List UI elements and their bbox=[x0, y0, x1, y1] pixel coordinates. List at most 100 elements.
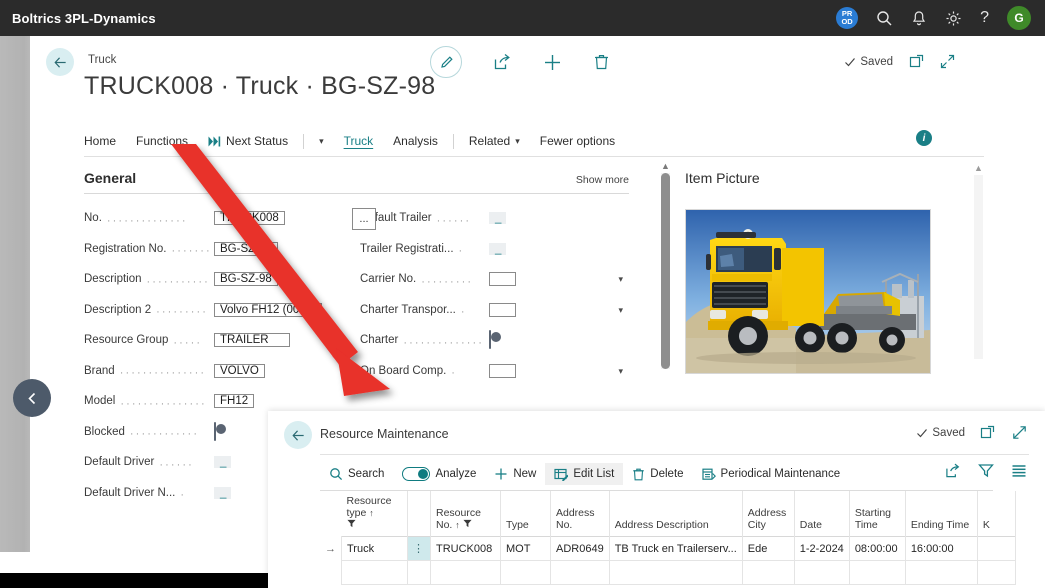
share-icon[interactable] bbox=[945, 463, 961, 478]
ribbon-item-home[interactable]: Home bbox=[84, 134, 126, 148]
ribbon-item-functions[interactable]: Functions bbox=[126, 134, 198, 148]
no-input[interactable]: TRUCK008 bbox=[214, 211, 285, 226]
open-new-window-icon[interactable] bbox=[980, 425, 995, 440]
ribbon-item-truck[interactable]: Truck bbox=[334, 134, 384, 148]
scrollbar-thumb[interactable] bbox=[661, 173, 670, 369]
table-row[interactable] bbox=[320, 560, 1016, 585]
scrollbar-track[interactable] bbox=[661, 173, 670, 369]
back-button[interactable] bbox=[46, 48, 74, 76]
list-icon[interactable] bbox=[1011, 463, 1027, 478]
collapse-icon[interactable] bbox=[940, 54, 955, 69]
cell-address-no[interactable] bbox=[550, 560, 610, 585]
cell-resource-type[interactable] bbox=[341, 560, 408, 585]
model-input[interactable]: FH12 bbox=[214, 394, 255, 409]
analyze-toggle[interactable] bbox=[402, 467, 431, 481]
row-menu-button[interactable]: ⋮ bbox=[407, 536, 431, 561]
resource-group-input[interactable]: TRAILER bbox=[214, 333, 290, 348]
assist-edit-button[interactable]: ... bbox=[352, 208, 376, 231]
show-more-link[interactable]: Show more bbox=[576, 174, 629, 186]
default-trailer-value[interactable]: _ bbox=[489, 212, 507, 225]
filter-icon[interactable] bbox=[978, 463, 994, 478]
cell-address-description[interactable]: TB Truck en Trailerserv... bbox=[608, 536, 743, 561]
subpage-back-button[interactable] bbox=[284, 421, 312, 449]
scrollbar-track[interactable] bbox=[974, 175, 983, 359]
analyze-toggle-button[interactable]: Analyze bbox=[393, 463, 485, 485]
grid-header-address-no[interactable]: Address No. bbox=[550, 491, 610, 537]
share-button[interactable] bbox=[493, 53, 512, 71]
edit-button[interactable] bbox=[430, 46, 462, 78]
grid-header-address-description[interactable]: Address Description bbox=[609, 491, 743, 537]
cell-starting-time[interactable] bbox=[848, 560, 906, 585]
item-picture-image[interactable] bbox=[685, 209, 931, 374]
table-row[interactable]: → Truck ⋮ TRUCK008 MOT ADR0649 TB Truck … bbox=[320, 536, 1016, 561]
delete-button[interactable]: Delete bbox=[623, 463, 692, 485]
ribbon-item-related[interactable]: Related ▾ bbox=[459, 134, 530, 148]
new-button[interactable]: New bbox=[485, 463, 545, 485]
cell-type[interactable]: MOT bbox=[500, 536, 551, 561]
edit-list-button[interactable]: Edit List bbox=[545, 463, 624, 485]
cell-resource-no[interactable] bbox=[430, 560, 501, 585]
trailer-registration-value[interactable]: _ bbox=[489, 242, 507, 255]
cell-k[interactable] bbox=[976, 560, 1016, 585]
blocked-toggle[interactable] bbox=[214, 421, 226, 441]
default-driver-name-value[interactable]: _ bbox=[214, 486, 232, 499]
cell-address-no[interactable]: ADR0649 bbox=[550, 536, 610, 561]
cell-address-description[interactable] bbox=[608, 560, 743, 585]
form-scrollbar[interactable]: ▲ bbox=[660, 162, 671, 377]
cell-resource-type[interactable]: Truck bbox=[341, 536, 408, 561]
cell-address-city[interactable]: Ede bbox=[741, 536, 795, 561]
grid-header-address-city[interactable]: Address City bbox=[742, 491, 795, 537]
scroll-up-arrow-icon[interactable]: ▲ bbox=[660, 162, 671, 171]
gutter-back-button[interactable] bbox=[13, 379, 51, 417]
chevron-down-icon[interactable]: ▾ bbox=[335, 336, 340, 345]
cell-ending-time[interactable] bbox=[904, 560, 978, 585]
description-input[interactable]: BG-SZ-98 bbox=[214, 272, 278, 287]
environment-badge[interactable]: PR OD bbox=[836, 7, 859, 29]
avatar[interactable]: G bbox=[1007, 6, 1031, 30]
ribbon-overflow-toggle[interactable]: ▾ bbox=[309, 136, 334, 147]
cell-date[interactable] bbox=[793, 560, 850, 585]
grid-header-ending-time[interactable]: Ending Time bbox=[905, 491, 978, 537]
open-new-window-icon[interactable] bbox=[909, 54, 924, 69]
chevron-down-icon[interactable]: ▾ bbox=[619, 305, 624, 315]
brand-input[interactable]: VOLVO bbox=[214, 363, 265, 378]
filter-icon[interactable] bbox=[463, 519, 472, 531]
ribbon-item-analysis[interactable]: Analysis bbox=[383, 134, 448, 148]
expand-icon[interactable] bbox=[1012, 425, 1027, 440]
cell-date[interactable]: 1-2-2024 bbox=[793, 536, 850, 561]
scroll-up-arrow-icon[interactable]: ▲ bbox=[973, 164, 984, 173]
grid-header-starting-time[interactable]: Starting Time bbox=[849, 491, 906, 537]
default-driver-value[interactable]: _ bbox=[214, 456, 232, 469]
carrier-no-input[interactable] bbox=[489, 272, 517, 287]
search-icon[interactable] bbox=[876, 10, 893, 27]
cell-address-city[interactable] bbox=[741, 560, 795, 585]
factbox-scrollbar[interactable]: ▲ bbox=[973, 164, 984, 364]
filter-icon[interactable] bbox=[346, 519, 356, 531]
chevron-down-icon[interactable]: ▾ bbox=[619, 366, 624, 376]
grid-header-type[interactable]: Type bbox=[500, 491, 551, 537]
cell-starting-time[interactable]: 08:00:00 bbox=[848, 536, 906, 561]
gear-icon[interactable] bbox=[945, 10, 962, 27]
bell-icon[interactable] bbox=[911, 10, 927, 27]
grid-header-resource-type[interactable]: Resource type ↑ bbox=[341, 491, 408, 537]
registration-no-input[interactable]: BG-SZ-98 bbox=[214, 241, 278, 256]
charter-transporter-input[interactable] bbox=[489, 302, 517, 317]
cell-ending-time[interactable]: 16:00:00 bbox=[904, 536, 978, 561]
row-menu-button[interactable] bbox=[407, 560, 431, 585]
charter-toggle[interactable] bbox=[489, 330, 502, 350]
search-button[interactable]: Search bbox=[320, 463, 393, 485]
cell-resource-no[interactable]: TRUCK008 bbox=[430, 536, 501, 561]
info-icon[interactable]: i bbox=[916, 130, 932, 146]
chevron-down-icon[interactable]: ▾ bbox=[619, 275, 624, 284]
cell-k[interactable] bbox=[976, 536, 1016, 561]
new-button[interactable] bbox=[543, 53, 562, 72]
delete-button[interactable] bbox=[593, 53, 610, 71]
grid-header-date[interactable]: Date bbox=[794, 491, 850, 537]
grid-header-resource-no[interactable]: Resource No. ↑ bbox=[430, 491, 501, 537]
description-2-input[interactable]: Volvo FH12 (0009) bbox=[214, 302, 322, 317]
breadcrumb[interactable]: Truck bbox=[88, 54, 116, 66]
ribbon-item-fewer-options[interactable]: Fewer options bbox=[530, 134, 625, 148]
on-board-computer-input[interactable] bbox=[489, 363, 517, 378]
periodical-maintenance-button[interactable]: Periodical Maintenance bbox=[693, 463, 850, 485]
ribbon-item-next-status[interactable]: Next Status bbox=[198, 134, 298, 148]
